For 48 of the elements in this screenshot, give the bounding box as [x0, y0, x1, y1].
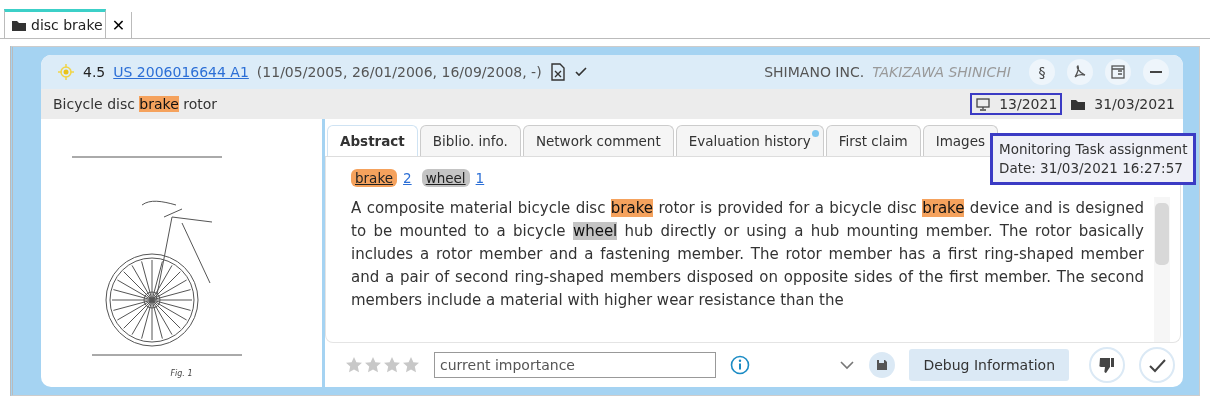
patent-number-link[interactable]: US 2006016644 A1 — [113, 64, 249, 80]
keyword-chip[interactable]: wheel — [421, 169, 470, 187]
patent-dates: (11/05/2005, 26/01/2006, 16/09/2008, -) — [256, 64, 542, 80]
scrollbar[interactable] — [1154, 197, 1170, 342]
monitor-icon — [975, 97, 992, 111]
spreadsheet-file-icon — [549, 63, 566, 81]
star-icon — [402, 356, 420, 374]
minus-button[interactable] — [1143, 59, 1169, 85]
importance-field[interactable]: current importance — [434, 352, 716, 378]
folder-icon — [1070, 97, 1087, 111]
tab[interactable]: Evaluation history — [675, 125, 824, 156]
inventor-name: TAKIZAWA SHINICHI — [872, 64, 1011, 80]
applicant-name: SHIMANO INC. — [764, 64, 865, 80]
patent-title: Bicycle disc brake rotor — [53, 96, 218, 112]
score-value: 4.5 — [83, 64, 106, 80]
target-icon — [57, 63, 75, 81]
folder-date: 31/03/2021 — [1094, 96, 1175, 112]
star-rating[interactable] — [345, 356, 420, 374]
tab[interactable]: Biblio. info. — [419, 125, 521, 156]
section-button[interactable]: § — [1029, 59, 1055, 85]
keyword-count-link[interactable]: 2 — [403, 170, 412, 186]
minus-icon — [1150, 71, 1162, 73]
tab[interactable]: Images — [922, 125, 999, 156]
keyword-count-link[interactable]: 1 — [475, 170, 485, 186]
document-icon — [1109, 63, 1127, 81]
document-tab[interactable]: disc brake — [4, 8, 106, 38]
save-button[interactable] — [869, 352, 896, 378]
thumbs-down-icon — [1097, 355, 1117, 375]
keyword-chip[interactable]: brake — [351, 169, 398, 187]
tab[interactable]: First claim — [825, 125, 921, 156]
abstract-text: A composite material bicycle disc brake rotor is provided for a bicycle disc brake device and is designed to be mounted to a bicycle wheel hub directly or using a hub mounting member. The rotor basically includes a rotor member and a fastening member. The rotor member has a first ring-shaped member and a pair of second ring-shaped members disposed on opposite sides of the first member. The second members include a material with higher wear resistance than the — [351, 198, 1144, 311]
check-icon — [573, 66, 588, 78]
tooltip-text: Date: 31/03/2021 16:27:57 — [999, 159, 1184, 178]
info-icon — [730, 355, 750, 375]
document-button[interactable] — [1105, 59, 1131, 85]
tooltip-text: Monitoring Task assignment — [999, 140, 1188, 159]
tab[interactable]: Network comment — [522, 125, 674, 156]
approve-button[interactable] — [1139, 347, 1175, 383]
star-icon — [364, 356, 382, 374]
dislike-button[interactable] — [1089, 347, 1125, 383]
figure-caption: Fig. 1 — [170, 369, 193, 378]
star-icon — [345, 356, 363, 374]
tab[interactable]: Abstract — [327, 125, 418, 156]
monitoring-week[interactable]: 13/2021 — [970, 93, 1063, 115]
chevron-down-icon — [839, 360, 856, 370]
pdf-button[interactable] — [1067, 59, 1093, 85]
star-icon — [383, 356, 401, 374]
debug-information-button[interactable]: Debug Information — [909, 349, 1069, 381]
